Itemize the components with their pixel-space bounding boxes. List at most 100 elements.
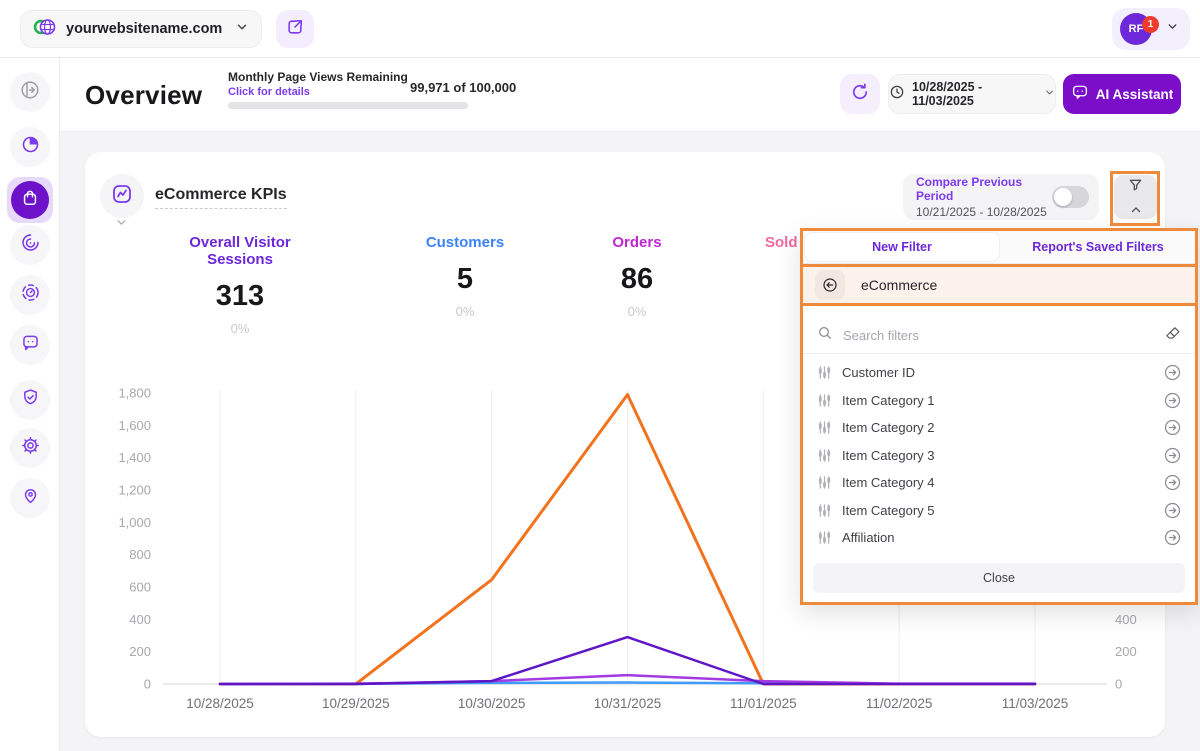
sidebar-item-security[interactable] (10, 380, 50, 420)
arrow-right-circle-icon[interactable] (1164, 364, 1181, 381)
filter-item-label: Customer ID (842, 365, 1154, 380)
pie-chart-icon (20, 134, 41, 160)
filter-item[interactable]: Item Category 5 (803, 497, 1195, 525)
app-root: yourwebsitename.com RF 1 (0, 0, 1200, 751)
arrow-right-circle-icon[interactable] (1164, 502, 1181, 519)
chat-bubble-icon (20, 332, 41, 358)
sidebar-item-settings[interactable] (10, 428, 50, 468)
svg-text:0: 0 (1115, 677, 1122, 692)
chevron-up-icon (1130, 201, 1142, 219)
date-range-value: 10/28/2025 - 11/03/2025 (912, 80, 1037, 108)
svg-text:1,800: 1,800 (118, 386, 151, 401)
focus-scan-icon (20, 282, 41, 308)
kpi-label[interactable]: Overall Visitor Sessions (160, 234, 320, 268)
shield-check-icon (20, 387, 41, 413)
arrow-right-circle-icon[interactable] (1164, 529, 1181, 546)
panel-toggle-icon (19, 79, 41, 106)
sidebar-item-locations[interactable] (10, 478, 50, 518)
compare-range: 10/21/2025 - 10/28/2025 (916, 205, 1052, 219)
kpi-label[interactable]: Customers (385, 234, 545, 251)
arrow-right-circle-icon[interactable] (1164, 474, 1181, 491)
shopping-bag-icon (20, 188, 40, 213)
filter-category-ecommerce[interactable]: eCommerce (803, 264, 1195, 306)
date-range-picker[interactable]: 10/28/2025 - 11/03/2025 (888, 74, 1056, 114)
chevron-down-icon (1044, 85, 1055, 103)
sidebar-item-panel-toggle[interactable] (10, 72, 50, 112)
page-views-usage: 99,971 of 100,000 (410, 80, 516, 95)
kpi-change: 0% (385, 304, 545, 319)
close-button[interactable]: Close (813, 563, 1185, 593)
search-icon (817, 325, 833, 346)
widget-chevron-icon[interactable] (115, 216, 128, 234)
sliders-icon (817, 475, 832, 490)
open-site-button[interactable] (276, 10, 314, 48)
sliders-icon (817, 365, 832, 380)
filter-search-input[interactable] (843, 328, 1154, 343)
close-wrap: Close (803, 556, 1195, 602)
sliders-icon (817, 393, 832, 408)
filter-item-label: Item Category 5 (842, 503, 1154, 518)
compare-toggle[interactable] (1052, 186, 1089, 208)
filter-button[interactable] (1114, 175, 1157, 219)
svg-text:10/28/2025: 10/28/2025 (186, 696, 254, 711)
filter-item-label: Affiliation (842, 530, 1154, 545)
filter-tabs: New Filter Report's Saved Filters (803, 231, 1195, 264)
kpi-sessions: Overall Visitor Sessions 313 0% (160, 234, 320, 336)
filter-item[interactable]: Item Category 1 (803, 387, 1195, 415)
kpi-change: 0% (557, 304, 717, 319)
kpi-sold-label[interactable]: Sold (765, 234, 798, 251)
panel-spacer (803, 306, 1195, 318)
kpi-label[interactable]: Orders (557, 234, 717, 251)
sliders-icon (817, 448, 832, 463)
filter-item-label: Item Category 3 (842, 448, 1154, 463)
sidebar-item-feedback[interactable] (10, 325, 50, 365)
kpi-value: 5 (385, 263, 545, 296)
site-selector[interactable]: yourwebsitename.com (20, 10, 262, 48)
filter-item[interactable]: Item Category 2 (803, 414, 1195, 442)
sliders-icon (817, 420, 832, 435)
svg-text:200: 200 (129, 644, 151, 659)
widget-icon-wrap[interactable] (100, 174, 144, 218)
svg-text:1,200: 1,200 (118, 483, 151, 498)
arrow-right-circle-icon[interactable] (1164, 419, 1181, 436)
sidebar-item-analytics[interactable] (10, 127, 50, 167)
ai-assistant-button[interactable]: AI Assistant (1063, 74, 1181, 114)
ai-assistant-label: AI Assistant (1096, 87, 1174, 102)
page-views-progress (228, 102, 468, 109)
svg-text:1,000: 1,000 (118, 515, 151, 530)
svg-text:1,400: 1,400 (118, 450, 151, 465)
arrow-right-circle-icon[interactable] (1164, 392, 1181, 409)
sidebar-item-ecommerce[interactable] (7, 177, 53, 223)
sidebar-item-sessions[interactable] (10, 225, 50, 265)
filter-item-label: Item Category 1 (842, 393, 1154, 408)
filter-item-label: Item Category 2 (842, 420, 1154, 435)
filter-item[interactable]: Customer ID (803, 359, 1195, 387)
sidebar-item-focus[interactable] (10, 275, 50, 315)
back-arrow-circle-icon[interactable] (815, 270, 845, 300)
svg-text:1,600: 1,600 (118, 418, 151, 433)
user-menu[interactable]: RF 1 (1112, 8, 1190, 50)
ai-chat-icon (1071, 83, 1089, 106)
filter-item[interactable]: Item Category 3 (803, 442, 1195, 470)
active-indicator (11, 181, 49, 219)
globe-icon (33, 15, 57, 44)
refresh-button[interactable] (840, 74, 880, 114)
location-pin-icon (20, 485, 41, 511)
chevron-down-icon (235, 20, 249, 39)
gear-icon (20, 435, 41, 461)
svg-text:11/02/2025: 11/02/2025 (866, 696, 933, 711)
tab-saved-filters[interactable]: Report's Saved Filters (1001, 231, 1195, 263)
widget-title[interactable]: eCommerce KPIs (155, 186, 287, 209)
eraser-icon[interactable] (1164, 325, 1181, 347)
filter-item[interactable]: Item Category 4 (803, 469, 1195, 497)
chevron-down-icon (1166, 20, 1179, 38)
svg-text:400: 400 (1115, 612, 1137, 627)
tab-new-filter[interactable]: New Filter (805, 233, 999, 261)
filter-item-label: Item Category 4 (842, 475, 1154, 490)
sliders-icon (817, 530, 832, 545)
filter-item[interactable]: Affiliation (803, 524, 1195, 552)
refresh-icon (850, 82, 870, 107)
line-chart-icon (110, 182, 134, 211)
arrow-right-circle-icon[interactable] (1164, 447, 1181, 464)
progress-fill (228, 102, 468, 109)
